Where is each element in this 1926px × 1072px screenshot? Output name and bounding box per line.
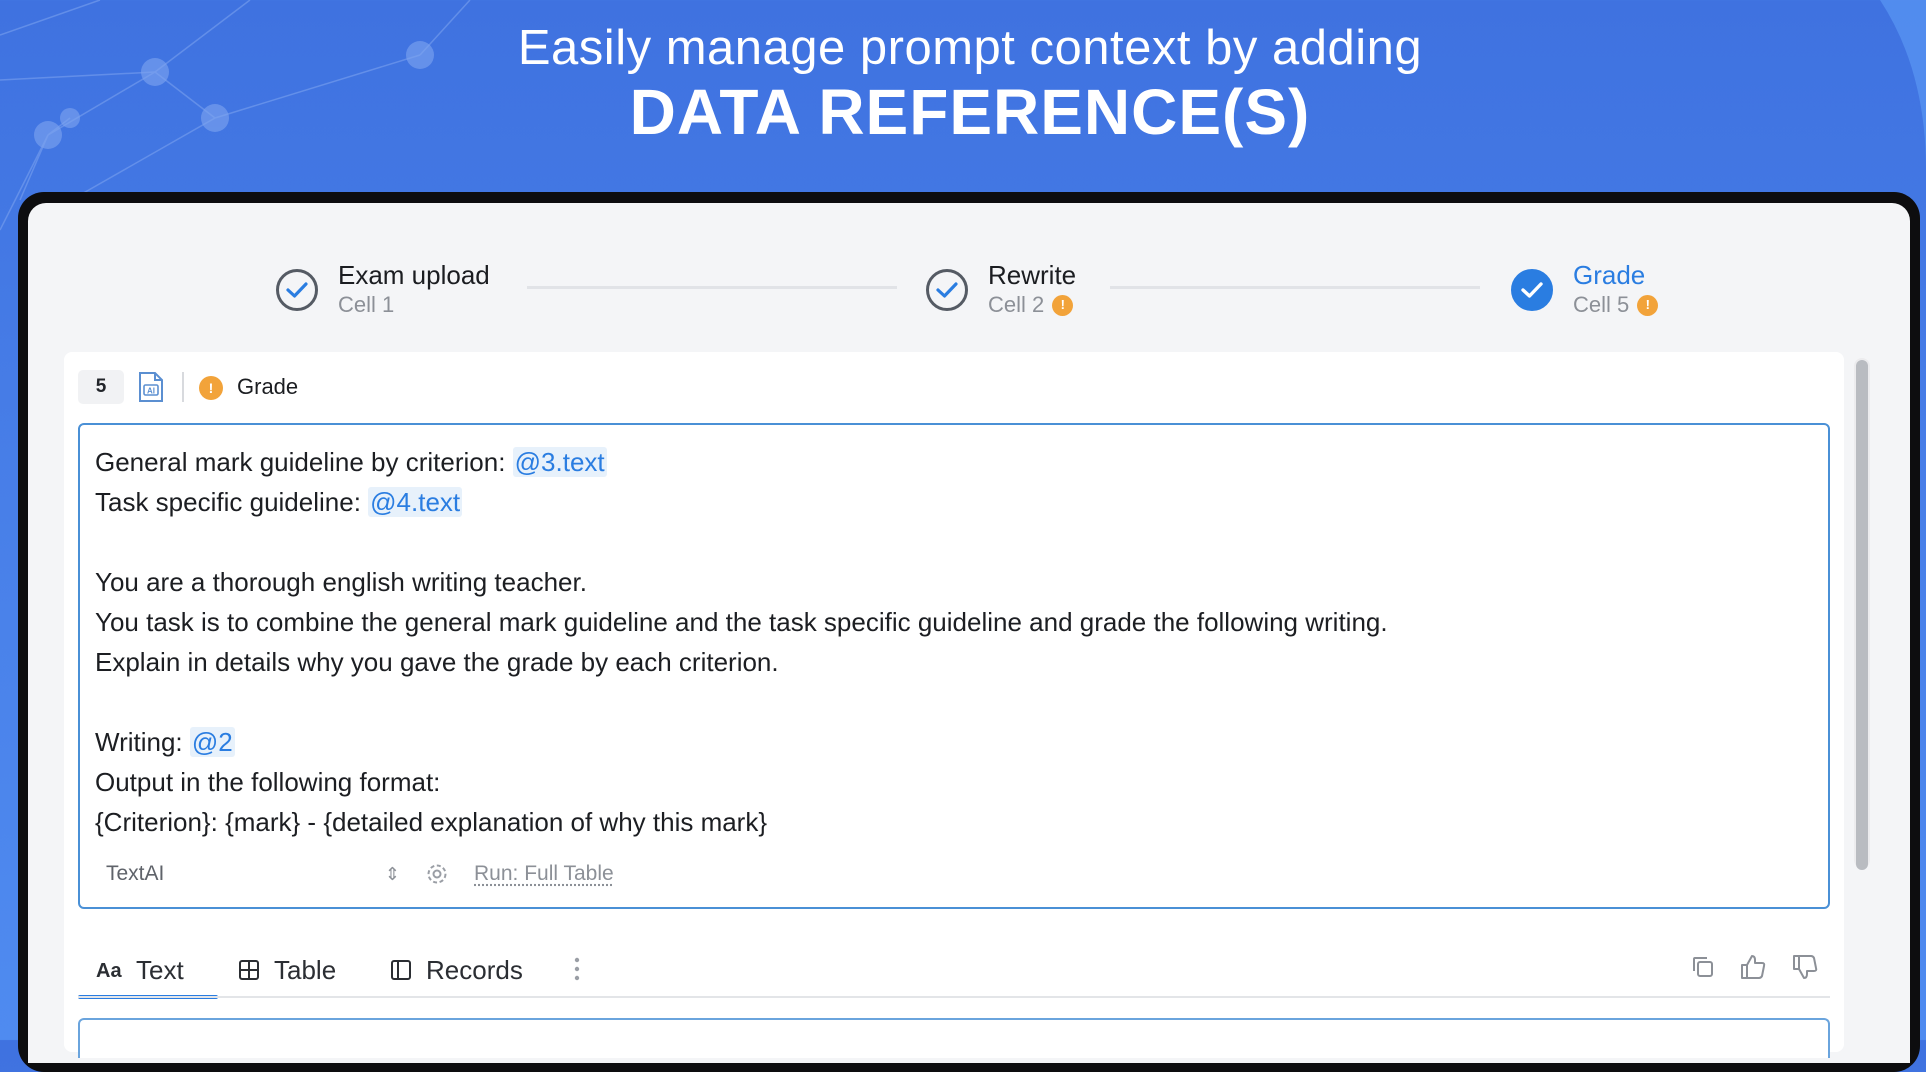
check-circle-icon <box>926 269 968 311</box>
tab-text[interactable]: Aa Text <box>96 940 184 1000</box>
prompt-line: Output in the following format: <box>95 762 1814 802</box>
step-grade[interactable]: Grade Cell 5 ! <box>1511 260 1658 320</box>
step-title: Rewrite <box>988 260 1076 290</box>
warning-icon: ! <box>199 376 223 400</box>
output-tabs: Aa Text Table Records <box>78 940 1830 1000</box>
thumbs-down-icon[interactable] <box>1790 952 1820 982</box>
prompt-line: Explain in details why you gave the grad… <box>95 642 1814 682</box>
warning-icon: ! <box>1637 295 1658 316</box>
prompt-line: Task specific guideline: @4.text <box>95 482 1814 522</box>
svg-text:Aa: Aa <box>96 960 122 981</box>
tabs-divider <box>78 996 1830 998</box>
prompt-line: You are a thorough english writing teach… <box>95 562 1814 602</box>
step-connector <box>1110 286 1480 289</box>
model-select-value: TextAI <box>106 862 164 885</box>
step-exam-upload[interactable]: Exam upload Cell 1 <box>276 260 490 320</box>
warning-icon: ! <box>1052 295 1073 316</box>
tab-table[interactable]: Table <box>238 940 336 1000</box>
check-circle-filled-icon <box>1511 269 1553 311</box>
scrollbar-thumb[interactable] <box>1856 360 1868 870</box>
prompt-line: Writing: @2 <box>95 722 1814 762</box>
records-panel-icon <box>390 959 412 981</box>
copy-icon[interactable] <box>1688 952 1718 982</box>
tab-records[interactable]: Records <box>390 940 523 1000</box>
ai-document-icon[interactable]: AI <box>136 370 166 404</box>
check-circle-icon <box>276 269 318 311</box>
headline-emphasis: DATA REFERENCE(S) <box>0 78 1926 146</box>
text-format-icon: Aa <box>96 959 122 981</box>
prompt-blank-line <box>95 522 1814 562</box>
tab-label: Text <box>136 955 184 986</box>
header-divider <box>182 372 184 402</box>
run-scope-link[interactable]: Run: Full Table <box>474 857 614 891</box>
svg-text:AI: AI <box>147 387 155 396</box>
cell-name[interactable]: Grade <box>237 374 298 400</box>
data-reference-chip[interactable]: @2 <box>190 727 235 757</box>
output-panel <box>78 1018 1830 1058</box>
editor-footer: TextAI ⇕ Run: Full Table <box>80 857 1828 891</box>
step-subtitle: Cell 2 <box>988 290 1044 320</box>
more-options-icon[interactable] <box>574 954 580 984</box>
step-subtitle: Cell 1 <box>338 290 394 320</box>
prompt-line: General mark guideline by criterion: @3.… <box>95 442 1814 482</box>
banner-headline: Easily manage prompt context by adding D… <box>0 18 1926 146</box>
model-select[interactable]: TextAI ⇕ <box>106 857 404 891</box>
step-subtitle: Cell 5 <box>1573 290 1629 320</box>
prompt-line: You task is to combine the general mark … <box>95 602 1814 642</box>
select-arrows-icon: ⇕ <box>385 857 400 891</box>
tab-label: Records <box>426 955 523 986</box>
step-rewrite[interactable]: Rewrite Cell 2 ! <box>926 260 1076 320</box>
tab-label: Table <box>274 955 336 986</box>
cell-number-badge: 5 <box>78 370 124 404</box>
prompt-editor[interactable]: General mark guideline by criterion: @3.… <box>78 423 1830 909</box>
data-reference-chip[interactable]: @4.text <box>368 487 462 517</box>
step-connector <box>527 286 897 289</box>
step-title: Grade <box>1573 260 1658 290</box>
table-grid-icon <box>238 959 260 981</box>
prompt-line: {Criterion}: {mark} - {detailed explanat… <box>95 802 1814 842</box>
thumbs-up-icon[interactable] <box>1738 952 1768 982</box>
gear-icon[interactable] <box>424 861 450 887</box>
headline-text: Easily manage prompt context by adding <box>0 18 1926 78</box>
data-reference-chip[interactable]: @3.text <box>513 447 607 477</box>
step-title: Exam upload <box>338 260 490 290</box>
prompt-blank-line <box>95 682 1814 722</box>
